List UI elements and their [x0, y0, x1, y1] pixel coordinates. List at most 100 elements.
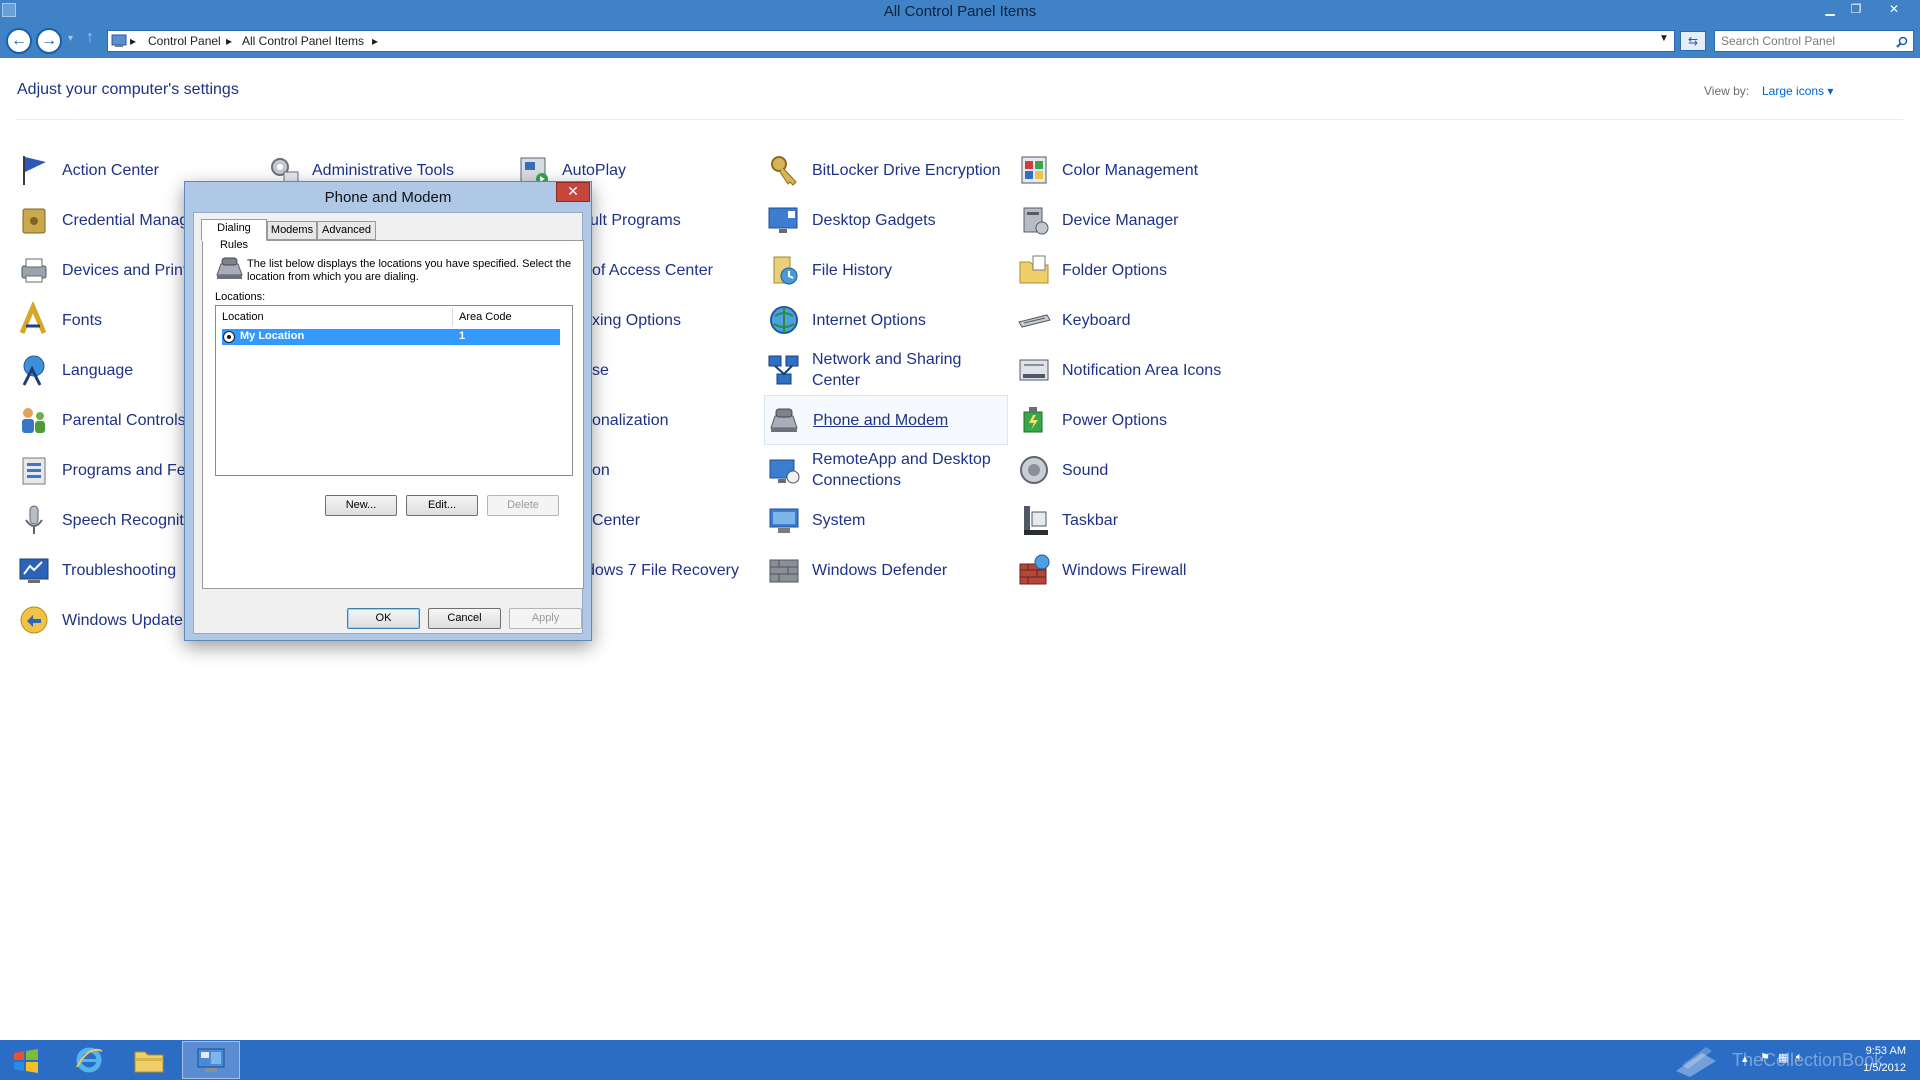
close-button[interactable]: ✕: [1874, 0, 1914, 18]
cp-item-credential-manager[interactable]: Credential Manag: [16, 197, 188, 243]
column-separator[interactable]: [452, 308, 453, 326]
cp-item-label: Language: [62, 361, 134, 379]
cp-item-personalization[interactable]: onalization: [592, 397, 669, 443]
taskbar-file-explorer[interactable]: [120, 1041, 178, 1079]
recent-locations-icon[interactable]: ▾: [68, 33, 73, 44]
edit-location-button[interactable]: Edit...: [406, 495, 478, 516]
forward-button[interactable]: →: [36, 28, 62, 54]
cp-item-parental-controls[interactable]: Parental Controls: [16, 397, 186, 443]
cp-item-label: Device Manager: [1062, 211, 1179, 229]
cp-item-label: se: [592, 361, 609, 379]
flag-tray-icon[interactable]: ⚑: [1760, 1051, 1770, 1064]
breadcrumb-separator[interactable]: ▸: [226, 34, 232, 48]
cp-item-label: Credential Manag: [62, 211, 189, 229]
cp-item-programs-features[interactable]: Programs and Fe: [16, 447, 186, 493]
tab-dialing-rules[interactable]: Dialing Rules: [201, 219, 267, 251]
cp-item-fonts[interactable]: Fonts: [16, 297, 102, 343]
cp-item-label: Windows Firewall: [1062, 561, 1187, 579]
cp-item-speech-recognition[interactable]: Speech Recogniti: [16, 497, 187, 543]
view-by-dropdown[interactable]: Large icons ▾: [1762, 84, 1833, 98]
cp-item-label: Sound: [1062, 461, 1109, 479]
cp-item-label: Network and Sharing Center: [812, 351, 962, 389]
speaker-icon: [1020, 456, 1048, 484]
cp-item-windows7-file-recovery[interactable]: dows 7 File Recovery: [586, 547, 739, 593]
volume-icon[interactable]: 🔈︎: [1796, 1051, 1803, 1064]
cp-item-file-history[interactable]: File History: [766, 247, 892, 293]
cp-item-phone-modem[interactable]: Phone and Modem: [764, 395, 1008, 445]
navigation-bar: ← → ▾ ↑ ▸ Control Panel ▸ All Control Pa…: [0, 24, 1920, 58]
tab-modems[interactable]: Modems: [267, 221, 317, 240]
cp-item-devices-printers[interactable]: Devices and Print: [16, 247, 187, 293]
programs-icon: [22, 457, 46, 485]
table-row[interactable]: My Location 1: [222, 329, 560, 345]
cp-item-desktop-gadgets[interactable]: Desktop Gadgets: [766, 197, 936, 243]
locations-list[interactable]: Location Area Code My Location 1: [215, 305, 573, 476]
cp-item-default-programs[interactable]: ult Programs: [590, 197, 681, 243]
address-dropdown-icon[interactable]: ▼: [1659, 33, 1669, 44]
search-icon[interactable]: [1896, 36, 1908, 48]
cp-item-sound[interactable]: Sound: [1016, 447, 1108, 493]
show-hidden-icons-icon[interactable]: ▴: [1742, 1052, 1748, 1065]
delete-location-button[interactable]: Delete: [487, 495, 559, 516]
breadcrumb-separator[interactable]: ▸: [130, 34, 136, 48]
cp-item-action-center[interactable]: Action Center: [16, 147, 159, 193]
up-arrow-icon[interactable]: ↑: [86, 29, 94, 47]
cp-item-color-management[interactable]: Color Management: [1016, 147, 1198, 193]
cp-item-power-options[interactable]: Power Options: [1016, 397, 1167, 443]
radio-selected-icon[interactable]: [223, 331, 235, 343]
cp-item-remoteapp[interactable]: RemoteApp and Desktop Connections: [766, 447, 991, 493]
cp-item-language[interactable]: Language: [16, 347, 133, 393]
back-button[interactable]: ←: [6, 28, 32, 54]
minimize-button[interactable]: ▁: [1818, 0, 1842, 18]
brick-wall-icon: [769, 559, 799, 583]
cp-item-mouse[interactable]: se: [592, 347, 609, 393]
cp-item-notification-area[interactable]: Notification Area Icons: [1016, 347, 1221, 393]
column-header-area-code[interactable]: Area Code: [459, 308, 549, 326]
network-tray-icon[interactable]: ▦: [1778, 1051, 1788, 1064]
taskbar-control-panel[interactable]: [182, 1041, 240, 1079]
cp-item-keyboard[interactable]: Keyboard: [1016, 297, 1131, 343]
cp-item-label: RemoteApp and Desktop Connections: [812, 451, 991, 489]
column-header-location[interactable]: Location: [222, 308, 450, 326]
new-location-button[interactable]: New...: [325, 495, 397, 516]
cp-item-folder-options[interactable]: Folder Options: [1016, 247, 1167, 293]
dialog-close-button[interactable]: ✕: [556, 182, 590, 202]
breadcrumb-control-panel[interactable]: Control Panel: [148, 34, 221, 48]
cp-item-system[interactable]: System: [766, 497, 865, 543]
cp-item-internet-options[interactable]: Internet Options: [766, 297, 926, 343]
refresh-button[interactable]: ⇆: [1680, 31, 1706, 51]
cp-item-bitlocker[interactable]: BitLocker Drive Encryption: [766, 147, 1001, 193]
ok-button[interactable]: OK: [347, 608, 420, 629]
breadcrumb-all-items[interactable]: All Control Panel Items: [242, 34, 364, 48]
cp-item-ease-of-access[interactable]: of Access Center: [592, 247, 713, 293]
cp-item-recovery[interactable]: on: [592, 447, 610, 493]
clock-time[interactable]: 9:53 AM: [1838, 1045, 1906, 1057]
cp-item-troubleshooting[interactable]: Troubleshooting: [16, 547, 176, 593]
clock-date[interactable]: 1/5/2012: [1838, 1062, 1906, 1074]
dialog-body: Dialing Rules Modems Advanced The list b…: [193, 212, 584, 634]
breadcrumb-separator[interactable]: ▸: [372, 34, 378, 48]
cp-item-network-sharing[interactable]: Network and Sharing Center: [766, 347, 961, 393]
window-title: All Control Panel Items: [883, 3, 1037, 20]
cp-item-windows-firewall[interactable]: Windows Firewall: [1016, 547, 1186, 593]
cp-item-device-manager[interactable]: Device Manager: [1016, 197, 1179, 243]
cp-item-label: Action Center: [62, 161, 159, 179]
apply-button[interactable]: Apply: [509, 608, 582, 629]
tab-advanced[interactable]: Advanced: [317, 221, 376, 240]
cp-item-label: Administrative Tools: [312, 161, 454, 179]
cp-item-windows-update[interactable]: Windows Update: [16, 597, 183, 643]
address-bar[interactable]: ▸ Control Panel ▸ All Control Panel Item…: [107, 30, 1675, 52]
restore-button[interactable]: ❐: [1844, 0, 1868, 18]
cp-item-taskbar[interactable]: Taskbar: [1016, 497, 1118, 543]
cp-item-label: Speech Recogniti: [62, 511, 188, 529]
cp-item-sync-center[interactable]: Center: [592, 497, 640, 543]
flag-icon: [23, 156, 46, 185]
start-button[interactable]: [12, 1049, 40, 1073]
internet-explorer-icon: [76, 1047, 103, 1073]
cp-item-windows-defender[interactable]: Windows Defender: [766, 547, 947, 593]
search-input[interactable]: Search Control Panel: [1714, 30, 1914, 52]
fonts-icon: [19, 302, 47, 334]
cancel-button[interactable]: Cancel: [428, 608, 501, 629]
taskbar-internet-explorer[interactable]: [60, 1041, 118, 1079]
cp-item-indexing-options[interactable]: xing Options: [592, 297, 681, 343]
